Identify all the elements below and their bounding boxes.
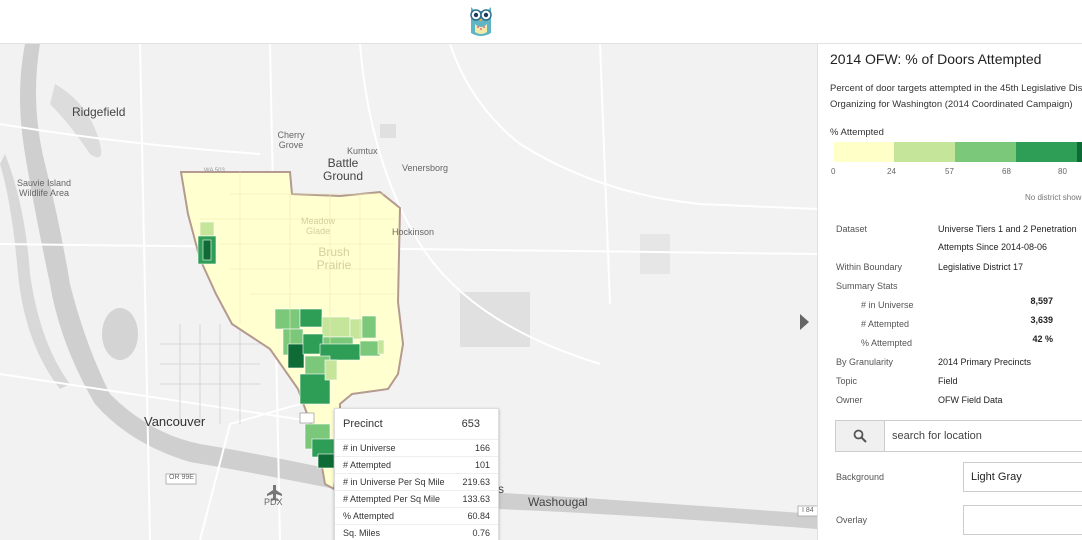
tooltip-row-label: # Attempted Per Sq Mile	[343, 494, 441, 504]
location-search	[835, 420, 1082, 452]
legend-title: % Attempted	[830, 127, 884, 138]
dataset-value: Universe Tiers 1 and 2 Penetration	[938, 224, 1077, 234]
legend-swatch	[955, 142, 1016, 162]
stat-label: % Attempted	[861, 338, 913, 348]
map-label-meadow-glade: Meadow Glade	[300, 216, 336, 236]
tooltip-header-value: 653	[461, 418, 480, 430]
background-label: Background	[836, 472, 885, 482]
legend-color-bar	[834, 142, 1082, 162]
tooltip-row-value: 0.76	[472, 528, 490, 538]
topic-value: Field	[938, 376, 958, 386]
tooltip-row-label: # Attempted	[343, 460, 392, 470]
tooltip-header: Precinct 653	[335, 409, 498, 439]
search-icon	[853, 429, 867, 443]
stat-label: # Attempted	[861, 319, 910, 329]
tooltip-row-label: % Attempted	[343, 511, 395, 521]
map-label-battle-ground: Battle Ground	[322, 156, 364, 183]
map-label-venersborg: Venersborg	[402, 163, 449, 173]
dataset-label: Dataset	[836, 224, 868, 234]
within-boundary-value: Legislative District 17	[938, 262, 1024, 272]
map-label-brush-prairie: Brush Prairie	[316, 245, 352, 272]
overlay-select[interactable]	[963, 505, 1082, 535]
map-label-wa503: WA 503	[204, 168, 225, 174]
legend-tick: 80	[1058, 167, 1067, 176]
map-label-or99e: OR 99E	[169, 474, 194, 481]
tooltip-row: Sq. Miles 0.76	[335, 524, 498, 540]
owner-value: OFW Field Data	[938, 395, 1003, 405]
tooltip-row: # in Universe 166	[335, 439, 498, 456]
granularity-label: By Granularity	[836, 357, 894, 367]
dataset-value-2: Attempts Since 2014-08-06	[938, 242, 1048, 252]
tooltip-row-label: # in Universe Per Sq Mile	[343, 477, 445, 487]
info-panel: 2014 OFW: % of Doors Attempted Percent o…	[817, 44, 1082, 540]
legend-swatch	[1077, 142, 1082, 162]
legend-ticks: 0 24 57 68 80	[818, 167, 1082, 179]
tooltip-row: # Attempted Per Sq Mile 133.63	[335, 490, 498, 507]
owl-logo-icon[interactable]	[467, 3, 495, 37]
tooltip-row-value: 219.63	[462, 477, 490, 487]
search-input[interactable]	[885, 421, 1082, 451]
stat-value: 3,639	[1030, 315, 1053, 325]
legend-swatch	[834, 142, 894, 162]
map-label-i84: I 84	[802, 507, 814, 514]
legend-tick: 24	[887, 167, 896, 176]
search-button[interactable]	[836, 421, 885, 451]
precinct-tooltip: Precinct 653 # in Universe 166 # Attempte…	[334, 408, 499, 540]
legend-tick: 68	[1002, 167, 1011, 176]
tooltip-row-label: # in Universe	[343, 443, 396, 453]
tooltip-row: % Attempted 60.84	[335, 507, 498, 524]
map-label-hockinson: Hockinson	[392, 227, 435, 237]
legend-tick: 57	[945, 167, 954, 176]
map-label-washougal: Washougal	[528, 495, 588, 509]
map-label-sauvie: Sauvie Island Wildlife Area	[16, 178, 72, 198]
owner-label: Owner	[836, 395, 863, 405]
map-label-cherry-grove: Cherry Grove	[277, 130, 305, 150]
tooltip-row-label: Sq. Miles	[343, 528, 381, 538]
map-label-pdx: PDX	[264, 497, 283, 507]
tooltip-row: # in Universe Per Sq Mile 219.63	[335, 473, 498, 490]
map-label-kumtux: Kumtux	[347, 146, 378, 156]
legend-tick: 0	[831, 167, 836, 176]
tooltip-row-value: 133.63	[462, 494, 490, 504]
tooltip-row: # Attempted 101	[335, 456, 498, 473]
tooltip-row-value: 166	[474, 443, 490, 453]
within-boundary-label: Within Boundary	[836, 262, 903, 272]
tooltip-row-value: 60.84	[467, 511, 490, 521]
tooltip-header-label: Precinct	[343, 418, 383, 430]
legend-swatch	[1016, 142, 1077, 162]
summary-stats-label: Summary Stats	[836, 281, 898, 291]
legend-swatch	[894, 142, 955, 162]
no-district-note: No district shown	[1025, 193, 1082, 202]
panel-description: Percent of door targets attempted in the…	[830, 83, 1082, 110]
top-bar	[0, 0, 1082, 44]
stat-value: 8,597	[1030, 296, 1053, 306]
topic-label: Topic	[836, 376, 858, 386]
overlay-label: Overlay	[836, 515, 868, 525]
background-select[interactable]: Light Gray	[963, 462, 1082, 492]
stat-value: 42 %	[1032, 334, 1053, 344]
map-view[interactable]: Ridgefield Sauvie Island Wildlife Area C…	[0, 44, 817, 540]
map-label-ridgefield: Ridgefield	[72, 105, 126, 119]
map-label-vancouver: Vancouver	[144, 414, 206, 429]
panel-toggle-icon[interactable]	[800, 314, 809, 330]
stat-label: # in Universe	[861, 300, 914, 310]
granularity-value: 2014 Primary Precincts	[938, 357, 1032, 367]
panel-title: 2014 OFW: % of Doors Attempted	[830, 51, 1042, 67]
tooltip-row-value: 101	[474, 460, 490, 470]
